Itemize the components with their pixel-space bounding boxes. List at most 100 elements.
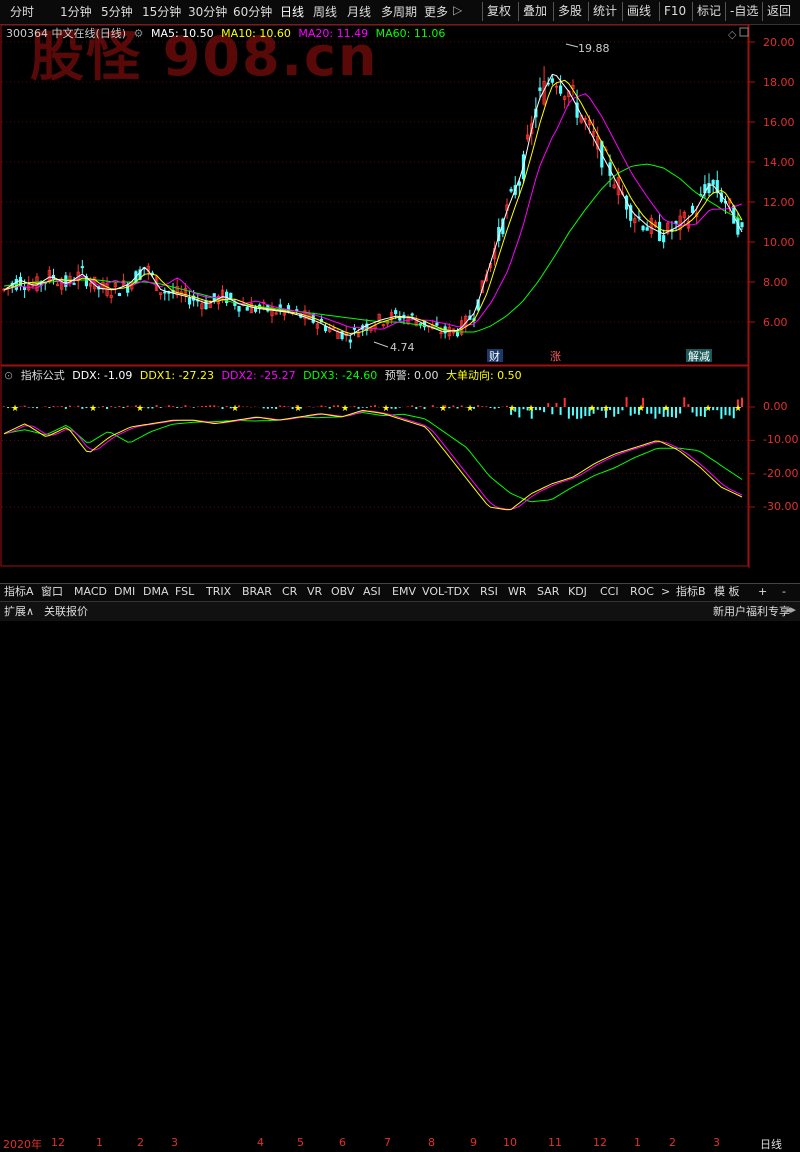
tab-window[interactable]: 窗口 — [41, 584, 63, 600]
new-user-promo-link[interactable]: 新用户福利专享 — [713, 603, 790, 619]
date-label: 12 — [51, 1136, 65, 1149]
tab-kdj[interactable]: KDJ — [568, 584, 587, 600]
back-button[interactable]: 返回 — [762, 2, 795, 21]
draw-line-button[interactable]: 画线 — [622, 2, 655, 21]
low-arrow — [374, 342, 388, 347]
candle-body — [349, 340, 351, 342]
tab-wr[interactable]: WR — [508, 584, 527, 600]
window-icon — [740, 28, 748, 36]
tab-asi[interactable]: ASI — [363, 584, 381, 600]
tab-rsi[interactable]: RSI — [480, 584, 498, 600]
settings-icon[interactable]: ⚙ — [134, 27, 144, 40]
tab-sar[interactable]: SAR — [537, 584, 559, 600]
ddx-bar — [399, 407, 401, 408]
ddx-bar — [44, 406, 46, 407]
ddx1-line — [4, 410, 742, 509]
tab-macd[interactable]: MACD — [74, 584, 107, 600]
indicator-legend: ⊙ 指标公式 DDX: -1.09 DDX1: -27.23 DDX2: -25… — [4, 367, 526, 383]
ddx-bar — [646, 407, 648, 414]
kline-chart[interactable]: ★★★★★★★★★★★★★★★★★ 19.88 4.74 财 涨 解减 ◇ — [0, 24, 800, 568]
ddx-bar — [490, 407, 492, 408]
ddx-bar — [222, 407, 224, 409]
candle-body — [246, 307, 248, 310]
scroll-arrows-icon[interactable]: ◂▸ — [785, 603, 796, 616]
date-label: 10 — [503, 1136, 517, 1149]
ddx-label: DDX: -1.09 — [72, 369, 132, 382]
ddx-bar — [498, 407, 500, 408]
ddx-bar — [555, 403, 557, 407]
candle-body — [551, 79, 553, 82]
date-label: 1 — [96, 1136, 103, 1149]
tab-trix[interactable]: TRIX — [206, 584, 231, 600]
expand-button[interactable]: 扩展∧ — [4, 603, 34, 619]
ddx-bar — [461, 405, 463, 407]
tab-vr[interactable]: VR — [307, 584, 322, 600]
candle-body — [188, 298, 190, 304]
ddx3-label: DDX3: -24.60 — [303, 369, 377, 382]
tab-dma[interactable]: DMA — [143, 584, 169, 600]
watchlist-button[interactable]: -自选 — [725, 2, 762, 21]
period-more[interactable]: 更多 — [424, 3, 448, 20]
candle-body — [394, 310, 396, 313]
tab-fsl[interactable]: FSL — [175, 584, 194, 600]
candle-body — [19, 277, 21, 286]
statistics-button[interactable]: 统计 — [588, 2, 621, 21]
ddx-bar — [283, 406, 285, 407]
period-multi[interactable]: 多周期 — [381, 3, 417, 20]
tab-indicator-b[interactable]: 指标B — [676, 584, 706, 600]
mark-button[interactable]: 标记 — [692, 2, 725, 21]
ddx-bar — [197, 406, 199, 407]
ddx2-line — [4, 411, 742, 509]
ddx-bar — [621, 407, 623, 410]
more-arrow-icon[interactable]: ▷ — [453, 3, 462, 17]
tab-vol-tdx[interactable]: VOL-TDX — [422, 584, 470, 600]
tab-cr[interactable]: CR — [282, 584, 297, 600]
candle-body — [691, 206, 693, 212]
candle-body — [81, 267, 83, 268]
ddx-bar — [539, 407, 541, 410]
tab-cci[interactable]: CCI — [600, 584, 619, 600]
chevron-down-icon[interactable]: ⊙ — [4, 369, 13, 382]
related-quotes-button[interactable]: 关联报价 — [44, 603, 88, 619]
ddx-bar — [391, 407, 393, 409]
candle-body — [324, 326, 326, 330]
indicator-title[interactable]: 指标公式 — [21, 369, 65, 382]
tab-obv[interactable]: OBV — [331, 584, 354, 600]
tab-roc[interactable]: ROC — [630, 584, 654, 600]
ddx-bar — [209, 405, 211, 407]
tab-brar[interactable]: BRAR — [242, 584, 272, 600]
ddx-bar — [634, 407, 636, 414]
tab-more-arrow[interactable]: > — [661, 584, 670, 600]
f10-button[interactable]: F10 — [659, 2, 690, 21]
ddx-bar — [729, 407, 731, 416]
ddx-bar — [147, 407, 149, 408]
indicator-tick: -20.00 — [763, 467, 798, 480]
ddx-bar — [597, 407, 599, 410]
tab-dmi[interactable]: DMI — [114, 584, 135, 600]
tab-template[interactable]: 模 板 — [714, 584, 740, 600]
ddx-bar — [275, 407, 277, 409]
tab-indicator-a[interactable]: 指标A — [4, 584, 34, 600]
tab-emv[interactable]: EMV — [392, 584, 416, 600]
big-order-label: 大单动向: 0.50 — [446, 369, 522, 382]
multi-stock-button[interactable]: 多股 — [553, 2, 586, 21]
ddx-bar — [69, 406, 71, 407]
ddx-bar — [572, 407, 574, 415]
ddx-bar — [568, 407, 570, 419]
ddx-bar — [362, 407, 364, 408]
overlay-button[interactable]: 叠加 — [518, 2, 551, 21]
ddx-bar — [477, 405, 479, 407]
ddx-bar — [485, 406, 487, 407]
price-tick: 12.00 — [763, 196, 795, 209]
price-tick: 18.00 — [763, 76, 795, 89]
adjust-button[interactable]: 复权 — [482, 2, 515, 21]
ddx-bar — [725, 407, 727, 415]
ddx-star-icon: ★ — [508, 404, 516, 414]
ddx-bar — [160, 407, 162, 408]
event-tag-finance: 财 — [489, 349, 500, 363]
candle-body — [456, 332, 458, 336]
ddx-bar — [127, 406, 129, 407]
ddx-bar — [419, 406, 421, 407]
remove-window-icon[interactable]: - — [782, 584, 786, 600]
add-window-icon[interactable]: + — [758, 584, 767, 600]
